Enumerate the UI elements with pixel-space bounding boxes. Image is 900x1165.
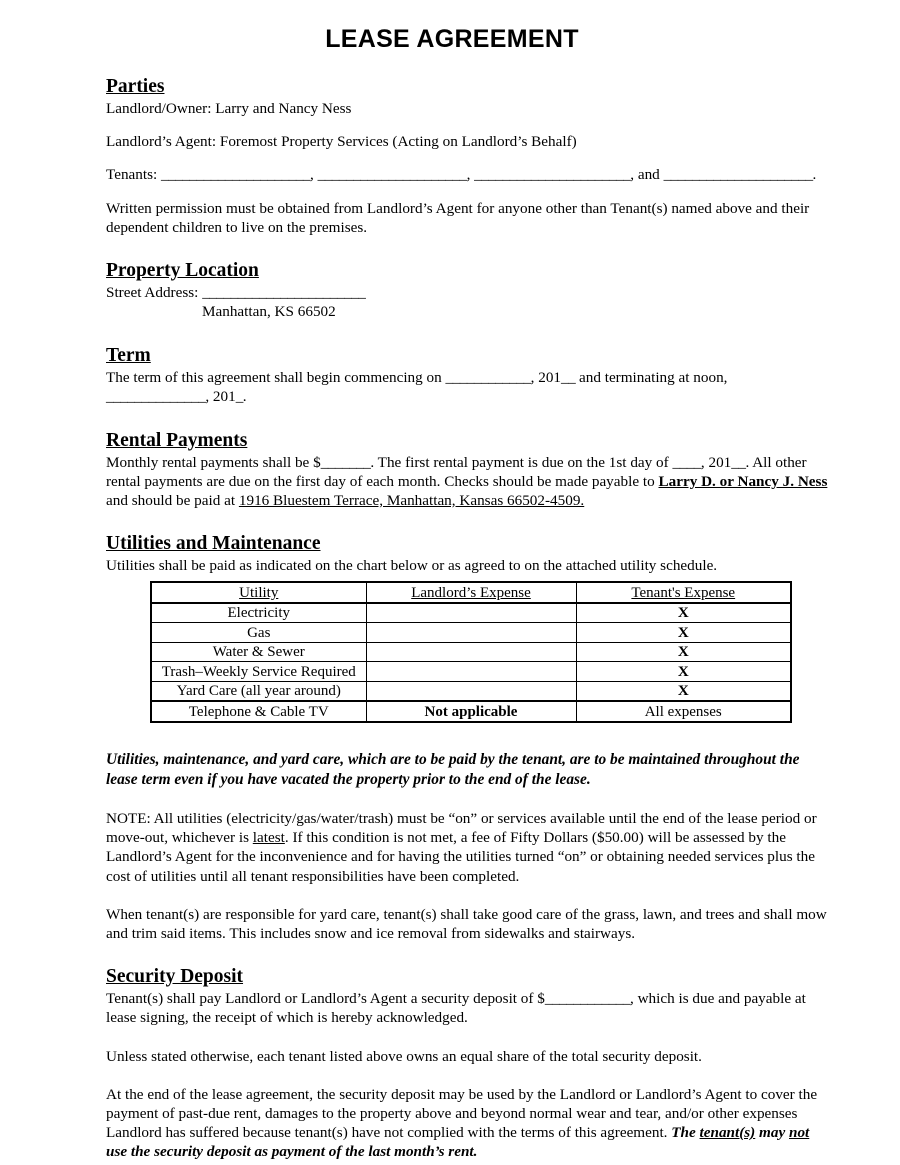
table-row: Yard Care (all year around) X: [150, 680, 792, 702]
landlord-expense-cell: [365, 680, 577, 702]
section-heading-property-location: Property Location: [106, 259, 834, 283]
rental-payments-heading-text: Rental Payments: [106, 429, 248, 451]
first-payment-month-blank[interactable]: ____: [673, 454, 702, 471]
rental-text-3: , 201: [700, 453, 732, 471]
term-text-4: , 201: [205, 388, 236, 406]
deposit-emphasis-not: not: [789, 1124, 810, 1142]
utility-name-cell: Trash–Weekly Service Required: [150, 661, 367, 682]
note-latest-emphasis: latest: [252, 829, 285, 847]
tenants-period: .: [812, 166, 817, 184]
parties-heading-text: Parties: [106, 76, 165, 97]
table-row: Water & Sewer X: [150, 641, 792, 663]
deposit-emphasis-3: use the security deposit as payment of t…: [106, 1143, 478, 1161]
tenant-blank-2[interactable]: _____________________: [318, 166, 467, 183]
utility-name-cell: Gas: [150, 622, 367, 643]
deposit-emphasis-1: The: [671, 1124, 700, 1142]
term-text-2: , 201: [530, 369, 562, 387]
landlord-owner-line: Landlord/Owner: Larry and Nancy Ness: [106, 100, 352, 117]
term-heading-text: Term: [106, 345, 151, 367]
table-header-row: Utility Landlord’s Expense Tenant's Expe…: [150, 581, 792, 604]
deposit-usage-paragraph: At the end of the lease agreement, the s…: [106, 1085, 834, 1162]
utility-name-cell: Telephone & Cable TV: [150, 700, 367, 723]
column-header-utility: Utility: [150, 581, 367, 604]
street-address-label: Street Address:: [106, 284, 199, 302]
landlord-expense-cell: [365, 622, 577, 643]
section-heading-parties: Parties: [106, 75, 834, 99]
tenant-expense-cell: X: [575, 602, 792, 624]
section-heading-rental-payments: Rental Payments: [106, 429, 834, 453]
payment-address: 1916 Bluestem Terrace, Manhattan, Kansas…: [238, 492, 585, 510]
section-heading-utilities-maintenance: Utilities and Maintenance: [106, 532, 834, 556]
rental-payments-paragraph: Monthly rental payments shall be $______…: [106, 453, 834, 511]
landlord-agent-line: Landlord’s Agent: Foremost Property Serv…: [106, 133, 577, 151]
term-text-3: and terminating at noon,: [575, 369, 728, 387]
city-state-zip: Manhattan, KS 66502: [202, 303, 336, 321]
table-row: Telephone & Cable TV Not applicable All …: [150, 700, 792, 723]
table-row: Trash–Weekly Service Required X: [150, 661, 792, 682]
column-header-tenant-expense: Tenant's Expense: [575, 581, 792, 604]
utilities-intro-paragraph: Utilities shall be paid as indicated on …: [106, 557, 718, 575]
table-row: Electricity X: [150, 602, 792, 624]
first-payment-year-blank[interactable]: __: [731, 454, 746, 471]
tenant-blank-1[interactable]: _____________________: [161, 166, 310, 183]
tenant-expense-cell: X: [575, 680, 792, 702]
rental-text-2: . The first rental payment is due on the…: [370, 453, 673, 471]
table-row: Gas X: [150, 622, 792, 643]
street-address-blank[interactable]: _______________________: [202, 284, 366, 301]
lease-agreement-document: LEASE AGREEMENT Parties Landlord/Owner: …: [0, 0, 900, 1165]
deposit-emphasis-tenants: tenant(s): [699, 1124, 756, 1142]
written-permission-paragraph: Written permission must be obtained from…: [106, 199, 810, 236]
tenant-blank-3[interactable]: ______________________: [474, 166, 631, 183]
term-text-5: .: [242, 388, 247, 406]
street-address-line: Street Address: _______________________: [106, 283, 834, 302]
deposit-emphasis-2: may: [755, 1124, 789, 1142]
rental-text-1: Monthly rental payments shall be $: [106, 453, 321, 471]
page-title: LEASE AGREEMENT: [325, 25, 579, 53]
yard-care-paragraph: When tenant(s) are responsible for yard …: [106, 905, 827, 942]
tenants-line: Tenants: _____________________, ________…: [106, 165, 834, 184]
tenants-separator-2: ,: [466, 166, 471, 184]
utilities-emphasis-note: Utilities, maintenance, and yard care, w…: [106, 750, 800, 788]
rental-text-5: and should be paid at: [106, 492, 239, 510]
tenant-expense-cell: X: [575, 661, 792, 682]
monthly-rent-blank[interactable]: _______: [321, 454, 371, 471]
security-deposit-paragraph: Tenant(s) shall pay Landlord or Landlord…: [106, 989, 834, 1027]
payee-name: Larry D. or Nancy J. Ness: [658, 472, 828, 490]
section-heading-security-deposit: Security Deposit: [106, 965, 834, 989]
utilities-expense-table: Utility Landlord’s Expense Tenant's Expe…: [150, 581, 792, 723]
tenants-label: Tenants:: [106, 166, 158, 184]
landlord-expense-cell: [365, 661, 577, 682]
landlord-expense-cell: [365, 641, 577, 663]
tenant-expense-cell: X: [575, 641, 792, 663]
equal-share-paragraph: Unless stated otherwise, each tenant lis…: [106, 1047, 702, 1065]
security-text-1: Tenant(s) shall pay Landlord or Landlord…: [106, 990, 545, 1008]
utility-name-cell: Yard Care (all year around): [150, 680, 367, 702]
tenant-expense-cell: X: [575, 622, 792, 643]
term-end-year-blank[interactable]: _: [236, 388, 244, 405]
term-text-1: The term of this agreement shall begin c…: [106, 369, 446, 387]
term-start-year-blank[interactable]: __: [561, 369, 576, 386]
term-paragraph: The term of this agreement shall begin c…: [106, 368, 834, 406]
security-deposit-heading-text: Security Deposit: [106, 966, 244, 988]
property-location-heading-text: Property Location: [106, 260, 259, 282]
column-header-landlord-expense: Landlord’s Expense: [365, 581, 577, 604]
security-deposit-amount-blank[interactable]: ____________: [545, 990, 631, 1007]
tenants-conjunction: , and: [630, 166, 660, 184]
utility-name-cell: Electricity: [150, 602, 367, 624]
term-end-date-blank[interactable]: ______________: [106, 388, 206, 405]
utilities-heading-text: Utilities and Maintenance: [106, 533, 321, 555]
tenant-expense-cell: All expenses: [575, 700, 792, 723]
landlord-expense-cell: Not applicable: [365, 700, 577, 723]
tenants-separator-1: ,: [310, 166, 314, 184]
utilities-note-paragraph: NOTE: All utilities (electricity/gas/wat…: [106, 809, 834, 886]
landlord-expense-cell: [365, 602, 577, 624]
section-heading-term: Term: [106, 344, 834, 368]
term-start-date-blank[interactable]: ____________: [446, 369, 532, 386]
utility-name-cell: Water & Sewer: [150, 641, 367, 663]
tenant-blank-4[interactable]: _____________________: [664, 166, 813, 183]
